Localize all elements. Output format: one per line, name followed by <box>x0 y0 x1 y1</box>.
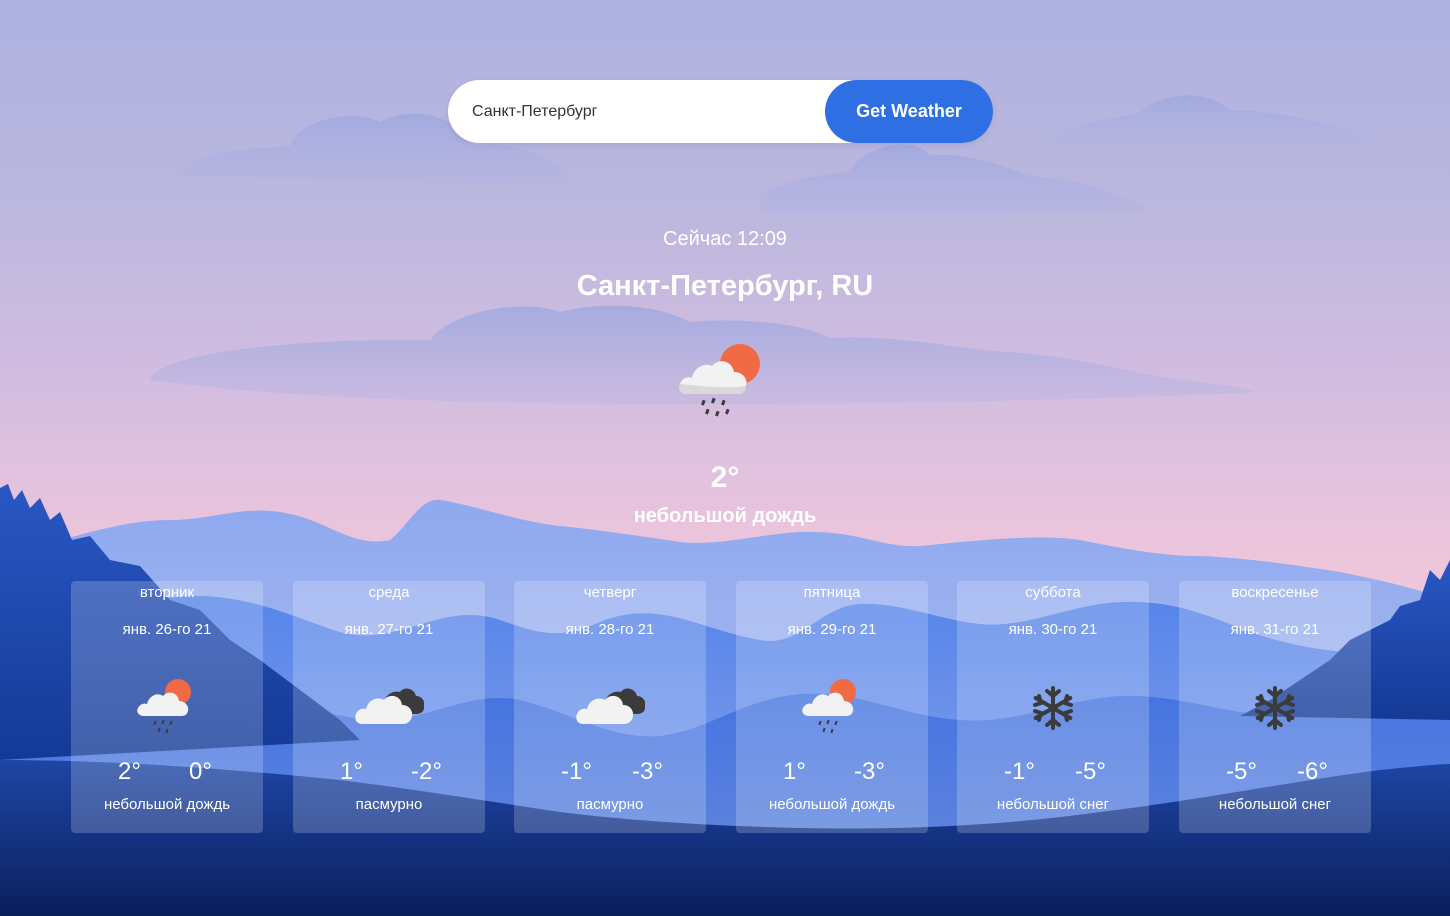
forecast-min-temp: -3° <box>632 758 663 785</box>
forecast-date: янв. 29-го 21 <box>787 621 877 638</box>
get-weather-button[interactable]: Get Weather <box>825 80 993 143</box>
forecast-description: небольшой дождь <box>768 796 896 813</box>
overcast-icon <box>355 688 424 724</box>
forecast-max-temp: 2° <box>118 758 141 785</box>
forecast-list: вторник янв. 26-го 21 2° 0° небольшой до… <box>71 581 1371 833</box>
forecast-day: четверг <box>583 584 637 601</box>
forecast-day: вторник <box>139 584 195 601</box>
forecast-max-temp: -1° <box>561 758 592 785</box>
forecast-max-temp: -5° <box>1226 758 1257 785</box>
forecast-description: пасмурно <box>355 796 423 813</box>
forecast-card: суббота янв. 30-го 21 -1° -5° небольшой … <box>957 581 1149 833</box>
search-bar: Get Weather <box>448 80 993 143</box>
forecast-description: пасмурно <box>576 796 644 813</box>
forecast-date: янв. 27-го 21 <box>344 621 434 638</box>
forecast-card: среда янв. 27-го 21 1° -2° пасмурно <box>293 581 485 833</box>
city-search-input[interactable] <box>472 80 832 143</box>
forecast-day: суббота <box>1025 584 1081 601</box>
forecast-card: пятница янв. 29-го 21 1° -3° небольшой д… <box>736 581 928 833</box>
location-title: Санкт-Петербург, RU <box>576 270 874 302</box>
forecast-card: вторник янв. 26-го 21 2° 0° небольшой до… <box>71 581 263 833</box>
light-rain-sun-icon <box>802 679 856 734</box>
forecast-max-temp: 1° <box>783 758 806 785</box>
forecast-day: пятница <box>803 584 861 601</box>
weather-app: Get Weather Сейчас 12:09 Санкт-Петербург… <box>0 0 1450 916</box>
forecast-date: янв. 26-го 21 <box>122 621 212 638</box>
forecast-min-temp: -5° <box>1075 758 1106 785</box>
forecast-min-temp: -6° <box>1297 758 1328 785</box>
forecast-max-temp: 1° <box>340 758 363 785</box>
forecast-max-temp: -1° <box>1004 758 1035 785</box>
forecast-description: небольшой дождь <box>103 796 231 813</box>
snowflake-icon <box>1255 686 1295 730</box>
current-description: небольшой дождь <box>633 505 817 527</box>
forecast-day: среда <box>368 584 410 601</box>
current-time-label: Сейчас 12:09 <box>663 228 787 250</box>
forecast-min-temp: 0° <box>189 758 212 785</box>
light-rain-sun-icon <box>137 679 191 734</box>
sky-cloud <box>1050 95 1388 148</box>
forecast-min-temp: -3° <box>854 758 885 785</box>
current-temperature: 2° <box>710 461 740 494</box>
overcast-icon <box>576 688 645 724</box>
sky-cloud <box>760 144 1150 214</box>
snowflake-icon <box>1033 686 1073 730</box>
light-rain-sun-icon <box>679 344 760 417</box>
forecast-description: небольшой снег <box>996 796 1110 813</box>
forecast-card: четверг янв. 28-го 21 -1° -3° пасмурно <box>514 581 706 833</box>
forecast-date: янв. 28-го 21 <box>565 621 655 638</box>
forecast-card: воскресенье янв. 31-го 21 -5° -6° неболь… <box>1179 581 1371 833</box>
forecast-date: янв. 30-го 21 <box>1008 621 1098 638</box>
forecast-date: янв. 31-го 21 <box>1230 621 1320 638</box>
forecast-day: воскресенье <box>1231 584 1319 601</box>
forecast-min-temp: -2° <box>411 758 442 785</box>
forecast-description: небольшой снег <box>1218 796 1332 813</box>
